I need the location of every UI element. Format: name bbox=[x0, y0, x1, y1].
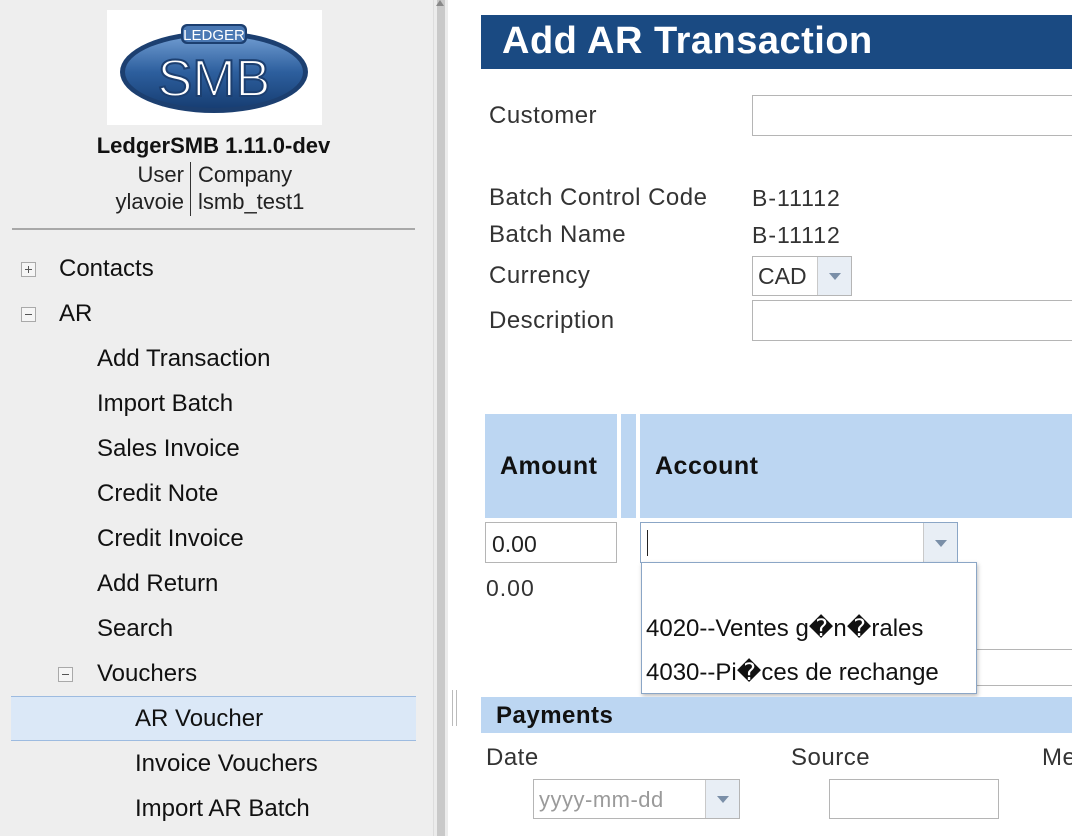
menu-item-add-return[interactable]: Add Return bbox=[97, 569, 218, 599]
menu-item-sales-invoice[interactable]: Sales Invoice bbox=[97, 434, 240, 464]
splitter-grip[interactable] bbox=[456, 690, 457, 726]
menu-item-vouchers[interactable]: Vouchers bbox=[97, 659, 197, 689]
batch-name-value: B-11112 bbox=[752, 222, 841, 248]
payments-title: Payments bbox=[496, 702, 614, 729]
menu-item-label: AR Voucher bbox=[135, 705, 264, 732]
page-title: Add AR Transaction bbox=[502, 20, 873, 62]
customer-input[interactable] bbox=[752, 95, 1072, 136]
app-version: LedgerSMB 1.11.0-dev bbox=[96, 133, 331, 158]
menu-item-search[interactable]: Search bbox=[97, 614, 173, 644]
user-company-divider bbox=[190, 162, 191, 216]
user-label: User bbox=[137, 162, 184, 187]
svg-text:SMB: SMB bbox=[158, 50, 271, 108]
batch-control-code-value: B-11112 bbox=[752, 185, 841, 211]
menu-item-credit-note[interactable]: Credit Note bbox=[97, 479, 218, 509]
account-header-label: Account bbox=[655, 452, 759, 480]
description-label: Description bbox=[489, 307, 615, 334]
account-option[interactable]: 4020--Ventes g�n�rales bbox=[646, 614, 923, 643]
sidebar: LEDGER SMB LedgerSMB 1.11.0-dev User Com… bbox=[0, 0, 433, 836]
menu-item-invoice-vouchers[interactable]: Invoice Vouchers bbox=[135, 749, 318, 779]
payment-memo-label: Me bbox=[1042, 744, 1072, 771]
splitter-grip[interactable] bbox=[452, 690, 453, 726]
description-input[interactable] bbox=[752, 300, 1072, 341]
chevron-down-icon[interactable] bbox=[705, 780, 739, 818]
company-value: lsmb_test1 bbox=[198, 189, 305, 214]
currency-select[interactable]: CAD bbox=[752, 256, 852, 296]
collapse-icon[interactable] bbox=[58, 667, 73, 682]
company-label: Company bbox=[198, 162, 293, 187]
amount-header-label: Amount bbox=[500, 452, 598, 480]
date-placeholder: yyyy-mm-dd bbox=[539, 787, 664, 812]
menu-item-ar[interactable]: AR bbox=[59, 299, 92, 329]
text-cursor bbox=[647, 530, 648, 556]
currency-value: CAD bbox=[758, 263, 807, 289]
amount-input[interactable]: 0.00 bbox=[485, 522, 617, 563]
customer-label: Customer bbox=[489, 102, 598, 129]
svg-text:LEDGER: LEDGER bbox=[183, 27, 245, 44]
ledgersmb-logo: LEDGER SMB bbox=[107, 10, 322, 125]
collapse-icon[interactable] bbox=[21, 307, 36, 322]
column-spacer-header bbox=[621, 414, 636, 518]
sidebar-scrollbar[interactable] bbox=[437, 0, 445, 836]
amount-value: 0.00 bbox=[492, 531, 537, 557]
user-value: ylavoie bbox=[115, 189, 184, 214]
sidebar-divider bbox=[12, 228, 415, 230]
menu-item-add-transaction[interactable]: Add Transaction bbox=[97, 344, 270, 374]
chevron-down-icon[interactable] bbox=[817, 257, 851, 295]
menu-item-credit-invoice[interactable]: Credit Invoice bbox=[97, 524, 244, 554]
payment-date-input[interactable]: yyyy-mm-dd bbox=[533, 779, 740, 819]
chevron-down-icon[interactable] bbox=[923, 523, 957, 562]
scroll-up-arrow-icon[interactable] bbox=[436, 0, 444, 6]
payment-date-label: Date bbox=[486, 744, 539, 771]
expand-icon[interactable] bbox=[21, 262, 36, 277]
account-option[interactable]: 4030--Pi�ces de rechange bbox=[646, 658, 939, 687]
account-option[interactable] bbox=[646, 571, 966, 599]
menu-item-ar-voucher[interactable]: AR Voucher bbox=[11, 696, 416, 741]
batch-name-label: Batch Name bbox=[489, 221, 627, 248]
menu-item-import-batch[interactable]: Import Batch bbox=[97, 389, 233, 419]
row-field-input[interactable] bbox=[975, 649, 1072, 686]
batch-control-code-label: Batch Control Code bbox=[489, 184, 708, 211]
payment-source-input[interactable] bbox=[829, 779, 999, 819]
currency-label: Currency bbox=[489, 262, 591, 289]
payment-source-label: Source bbox=[791, 744, 871, 771]
menu-item-import-ar-batch[interactable]: Import AR Batch bbox=[135, 794, 310, 824]
amount-total: 0.00 bbox=[486, 575, 535, 601]
account-dropdown-list: 4020--Ventes g�n�rales 4030--Pi�ces de r… bbox=[641, 562, 977, 694]
account-select[interactable] bbox=[640, 522, 958, 563]
menu-item-contacts[interactable]: Contacts bbox=[59, 254, 154, 284]
